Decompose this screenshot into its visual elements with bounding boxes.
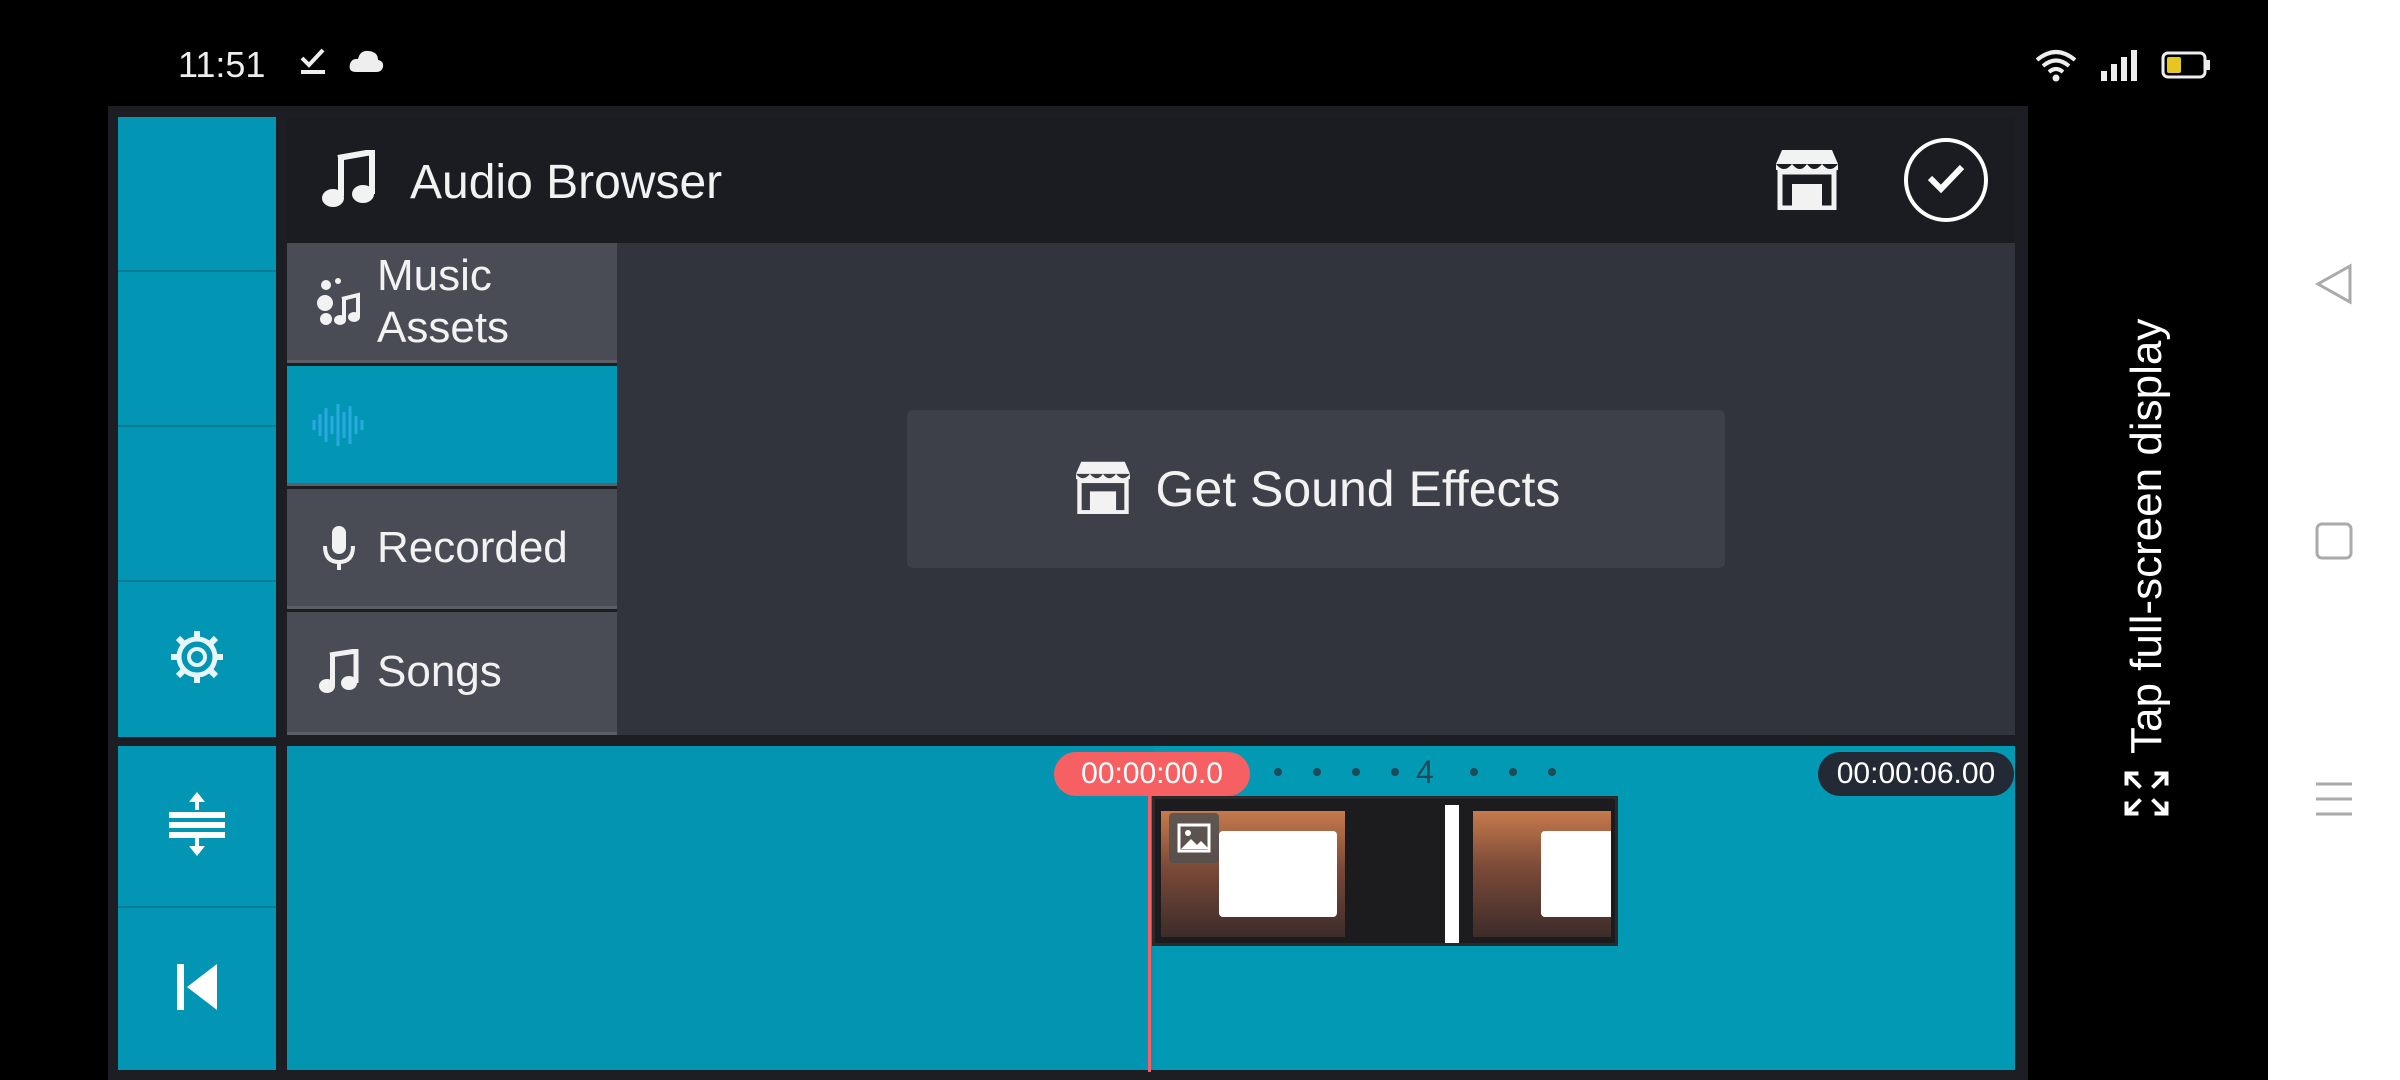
home-square-icon [2315, 522, 2353, 565]
music-note-icon [320, 148, 376, 215]
microphone-icon [311, 524, 367, 572]
image-icon [1169, 813, 1219, 863]
cloud-icon [348, 48, 384, 79]
thumbnail-dialog [1541, 831, 1611, 917]
category-music-assets[interactable]: Music Assets [287, 243, 617, 363]
timeline-dot [1352, 768, 1360, 776]
waveform-icon [311, 400, 367, 450]
timeline-dot [1509, 768, 1517, 776]
timeline-dot [1391, 768, 1399, 776]
settings-button[interactable] [118, 582, 276, 737]
category-label: Music Assets [377, 250, 510, 352]
timeline-marker-number: 4 [1416, 754, 1434, 790]
wifi-icon [2035, 48, 2077, 87]
current-time-badge: 00:00:00.0 [1054, 752, 1250, 796]
left-divider [118, 270, 276, 272]
expand-vertical-icon [167, 790, 227, 863]
back-button[interactable] [2268, 262, 2400, 311]
checkmark-icon [1926, 162, 1966, 199]
category-recorded[interactable]: Recorded [287, 489, 617, 609]
recents-button[interactable] [2268, 780, 2400, 823]
category-songs[interactable]: Songs [287, 612, 617, 735]
get-sound-effects-button[interactable]: Get Sound Effects [907, 410, 1725, 568]
store-button[interactable] [1772, 148, 1842, 211]
category-label: Songs [377, 647, 502, 696]
video-clip[interactable] [1152, 796, 1618, 946]
thumbnail-dialog [1219, 831, 1337, 917]
timeline-dot [1313, 768, 1321, 776]
left-divider [118, 425, 276, 427]
skip-back-icon [175, 962, 219, 1017]
battery-icon [2161, 51, 2211, 84]
expand-timeline-button[interactable] [118, 748, 276, 904]
clip-thumbnail [1473, 811, 1611, 937]
home-button[interactable] [2268, 522, 2400, 565]
back-triangle-icon [2314, 262, 2354, 311]
fullscreen-hint-label: Tap full-screen display [2121, 318, 2171, 754]
music-assets-icon [311, 277, 367, 327]
timeline-track [287, 746, 1155, 1070]
skip-to-start-button[interactable] [118, 908, 276, 1070]
fullscreen-hint[interactable]: Tap full-screen display [2120, 319, 2173, 820]
total-time-badge: 00:00:06.00 [1818, 752, 2014, 796]
menu-lines-icon [2314, 780, 2354, 823]
timeline-dot [1470, 768, 1478, 776]
status-right-icons [2035, 48, 2211, 87]
timeline-dot [1548, 768, 1556, 776]
store-icon [1772, 150, 1842, 214]
category-sound-effects[interactable] [287, 366, 617, 486]
clip-divider [1445, 805, 1459, 943]
get-sound-effects-label: Get Sound Effects [1155, 461, 1561, 517]
status-time: 11:51 [178, 44, 266, 85]
gear-icon [169, 629, 225, 690]
store-icon [1072, 460, 1134, 519]
page-title: Audio Browser [410, 156, 723, 209]
category-label: Recorded [377, 522, 568, 572]
status-left-icons [298, 46, 384, 81]
check-download-icon [298, 46, 328, 81]
fullscreen-icon [2123, 770, 2171, 823]
timeline-dot [1274, 768, 1282, 776]
confirm-button[interactable] [1904, 138, 1988, 222]
system-nav-bar [2268, 0, 2400, 1080]
music-note-icon [311, 649, 367, 695]
playhead[interactable] [1148, 796, 1151, 1072]
signal-icon [2099, 49, 2139, 86]
